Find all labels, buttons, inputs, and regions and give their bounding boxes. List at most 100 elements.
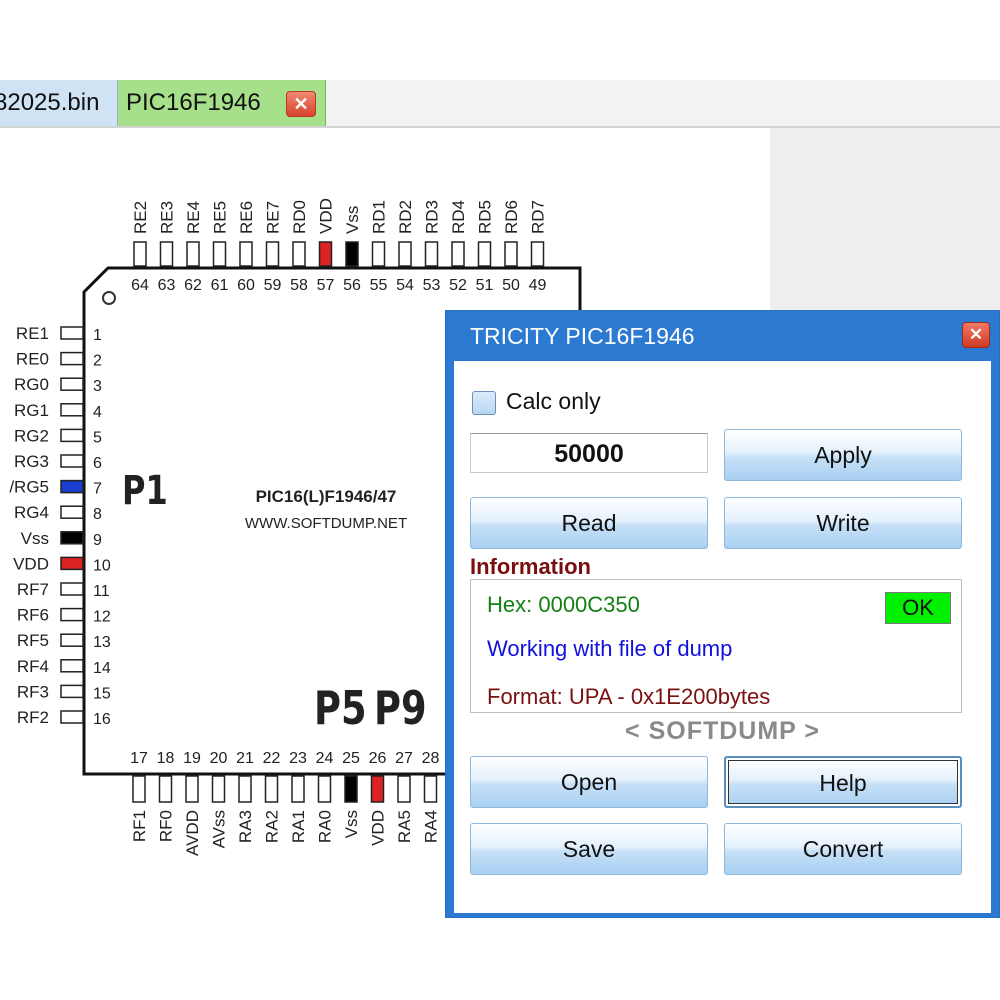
bottom-pin-label-17: RF1 [130, 810, 149, 842]
left-pin-label-5: RG2 [14, 426, 49, 445]
dialog-title: TRICITY PIC16F1946 [470, 323, 695, 349]
bottom-pin-label-23: RA1 [289, 810, 308, 843]
convert-button[interactable]: Convert [724, 823, 962, 875]
top-pin-50 [504, 241, 518, 267]
marker-p9: P9 [374, 681, 427, 735]
left-pin-label-16: RF2 [17, 708, 49, 727]
bottom-pin-label-25: Vss [342, 810, 361, 838]
tricity-dialog: TRICITY PIC16F1946 ✕ Calc only 50000 App… [445, 310, 1000, 918]
bottom-pin-label-19: AVDD [183, 810, 202, 856]
tab-close-icon[interactable]: ✕ [286, 91, 316, 117]
chip-website: WWW.SOFTDUMP.NET [245, 515, 407, 532]
top-pin-number-53: 53 [423, 277, 441, 294]
left-pin-2 [60, 351, 84, 366]
bottom-pin-25 [344, 775, 358, 803]
help-button[interactable]: Help [724, 756, 962, 808]
top-pin-number-61: 61 [211, 277, 229, 294]
left-pin-11 [60, 582, 84, 596]
left-pin-number-6: 6 [93, 455, 102, 472]
top-pin-49 [530, 241, 545, 267]
top-pin-number-64: 64 [131, 277, 149, 294]
left-pin-label-6: RG3 [14, 452, 49, 471]
top-pin-label-49: RD7 [529, 200, 548, 234]
top-pin-51 [477, 241, 492, 267]
top-pin-number-58: 58 [290, 277, 308, 294]
bottom-pin-number-17: 17 [130, 750, 148, 767]
read-button[interactable]: Read [470, 497, 708, 549]
top-pin-label-56: Vss [343, 206, 362, 234]
top-pin-61 [212, 241, 227, 267]
top-pin-label-54: RD2 [396, 200, 415, 234]
top-pin-label-63: RE3 [158, 201, 177, 234]
left-pin-label-12: RF6 [17, 606, 49, 625]
open-button[interactable]: Open [470, 756, 708, 808]
top-pin-number-56: 56 [343, 277, 361, 294]
top-pin-label-50: RD6 [502, 200, 521, 234]
top-pin-number-57: 57 [317, 277, 335, 294]
left-pin-number-15: 15 [93, 685, 111, 702]
left-pin-4 [60, 403, 84, 417]
bottom-pin-17 [132, 775, 146, 803]
bottom-pin-label-20: AVss [210, 810, 229, 848]
tab-bar: 82025.bin PIC16F1946 [0, 80, 1000, 127]
bottom-pin-27 [397, 775, 411, 803]
working-status: Working with file of dump [487, 636, 733, 661]
top-pin-59 [265, 241, 280, 267]
top-pin-52 [451, 241, 465, 267]
bottom-pin-label-21: RA3 [236, 810, 255, 843]
top-pin-number-60: 60 [237, 277, 255, 294]
tab-bin-file[interactable]: 82025.bin [0, 80, 118, 126]
bottom-pin-label-24: RA0 [316, 810, 335, 843]
left-pin-number-2: 2 [93, 353, 102, 370]
bottom-pin-number-20: 20 [210, 750, 228, 767]
left-pin-number-16: 16 [93, 711, 111, 728]
left-pin-label-15: RF3 [17, 682, 49, 701]
top-pin-56 [345, 241, 359, 267]
left-pin-label-3: RG0 [14, 375, 49, 394]
top-pin-number-63: 63 [158, 277, 176, 294]
tab-bin-file-label: 82025.bin [0, 89, 100, 116]
softdump-brand: < SOFTDUMP > [625, 717, 820, 745]
top-pin-label-57: VDD [317, 198, 336, 234]
left-pin-label-2: RE0 [16, 350, 49, 369]
bottom-pin-19 [185, 775, 199, 803]
left-pin-12 [60, 607, 84, 622]
bottom-pin-label-26: VDD [369, 810, 388, 846]
save-button[interactable]: Save [470, 823, 708, 875]
left-pin-label-7: /RG5 [9, 478, 49, 497]
top-pin-label-58: RD0 [290, 200, 309, 234]
tab-pic16f1946-label: PIC16F1946 [126, 89, 261, 116]
left-pin-label-10: VDD [13, 554, 49, 573]
top-pin-label-62: RE4 [184, 201, 203, 234]
calc-only-checkbox[interactable] [472, 391, 496, 415]
bottom-pin-22 [264, 775, 279, 803]
bottom-pin-28 [423, 775, 438, 803]
top-pin-number-55: 55 [370, 277, 388, 294]
bottom-pin-number-19: 19 [183, 750, 201, 767]
status-badge: OK [885, 592, 951, 624]
dialog-close-icon[interactable]: ✕ [962, 322, 990, 348]
bottom-pin-number-26: 26 [369, 750, 387, 767]
apply-button[interactable]: Apply [724, 429, 962, 481]
write-button[interactable]: Write [724, 497, 962, 549]
bottom-pin-number-25: 25 [342, 750, 360, 767]
marker-p1: P1 [122, 466, 168, 513]
calc-only-label[interactable]: Calc only [506, 388, 601, 415]
left-pin-13 [60, 633, 84, 647]
left-pin-1 [60, 326, 84, 340]
bottom-pin-label-22: RA2 [263, 810, 282, 843]
left-pin-label-13: RF5 [17, 631, 49, 650]
top-pin-63 [159, 241, 174, 267]
top-pin-label-52: RD4 [449, 200, 468, 234]
bottom-pin-number-23: 23 [289, 750, 307, 767]
top-pin-58 [292, 241, 306, 267]
left-pin-5 [60, 428, 84, 443]
value-field[interactable]: 50000 [470, 433, 708, 473]
bottom-pin-24 [317, 775, 332, 803]
top-pin-64 [133, 241, 147, 267]
left-pin-number-11: 11 [93, 583, 110, 600]
bottom-pin-21 [238, 775, 252, 803]
left-pin-number-9: 9 [93, 532, 102, 549]
bottom-pin-number-21: 21 [236, 750, 254, 767]
left-pin-6 [60, 454, 84, 468]
